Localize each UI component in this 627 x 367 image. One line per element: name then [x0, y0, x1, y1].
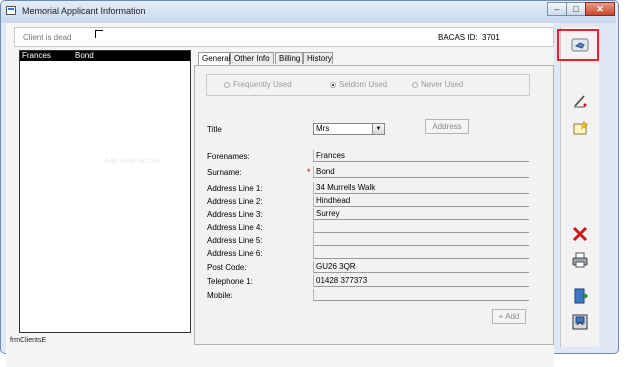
radio-dot-icon	[224, 81, 230, 88]
client-dead-checkbox[interactable]	[95, 30, 103, 38]
edit-pencil-icon[interactable]	[570, 92, 590, 110]
radio-dot-icon	[412, 81, 418, 88]
close-button[interactable]: ✕	[585, 2, 615, 16]
save-icon[interactable]	[570, 313, 590, 331]
mobile-label: Mobile:	[207, 291, 233, 300]
title-label: Title	[207, 125, 222, 134]
client-dead-label: Client is dead	[23, 33, 72, 42]
client-list[interactable]: Frances Bond	[19, 50, 191, 333]
surname-label: Surname:	[207, 168, 242, 177]
tab-billing[interactable]: Billing	[275, 52, 303, 64]
radio-dot-selected-icon	[330, 81, 336, 88]
app-icon	[6, 6, 16, 15]
window-title: Memorial Applicant Information	[22, 6, 146, 16]
address-line-1-label: Address Line 1:	[207, 184, 263, 193]
address-line-1-field[interactable]: 34 Murrells Walk	[313, 182, 529, 194]
minimize-button[interactable]: –	[547, 2, 567, 16]
forenames-label: Forenames:	[207, 152, 250, 161]
address-line-3-field[interactable]: Surrey	[313, 208, 529, 220]
add-button[interactable]: + Add	[492, 309, 526, 324]
print-icon[interactable]	[570, 251, 590, 269]
address-line-5-label: Address Line 5:	[207, 236, 263, 245]
tab-history[interactable]: History	[303, 52, 333, 64]
exit-door-icon[interactable]	[570, 287, 590, 305]
bacas-id: BACAS ID: 3701	[438, 33, 500, 42]
chevron-down-icon[interactable]: ▼	[372, 124, 384, 134]
header-bar: Client is dead BACAS ID: 3701	[14, 27, 554, 47]
telephone-1-field[interactable]: 01428 377373	[313, 275, 529, 287]
address-line-2-field[interactable]: Hindhead	[313, 195, 529, 207]
radio-frequently-used[interactable]: Frequently Used	[224, 80, 292, 89]
address-line-4-label: Address Line 4:	[207, 223, 263, 232]
list-item[interactable]: Frances Bond	[20, 51, 190, 61]
telephone-1-label: Telephone 1:	[207, 277, 253, 286]
post-code-field[interactable]: GU26 3QR	[313, 261, 529, 273]
address-line-2-label: Address Line 2:	[207, 197, 263, 206]
list-last-name: Bond	[75, 51, 94, 60]
required-marker: *	[307, 167, 311, 177]
new-record-icon[interactable]	[570, 119, 590, 137]
tab-other-info[interactable]: Other Info	[230, 52, 274, 64]
radio-seldom-used[interactable]: Seldom Used	[330, 80, 387, 89]
address-line-3-label: Address Line 3:	[207, 210, 263, 219]
address-line-6-field[interactable]	[313, 247, 529, 259]
selection-highlight	[557, 29, 599, 61]
maximize-button[interactable]: □	[566, 2, 586, 16]
list-ghost-text: Add new record	[104, 156, 161, 165]
post-code-label: Post Code:	[207, 263, 247, 272]
title-select[interactable]: Mrs ▼	[313, 123, 385, 135]
address-line-6-label: Address Line 6:	[207, 249, 263, 258]
form-name-label: frmClientsE	[10, 337, 47, 344]
mobile-field[interactable]	[313, 289, 529, 301]
radio-never-used[interactable]: Never Used	[412, 80, 463, 89]
address-line-4-field[interactable]	[313, 221, 529, 233]
address-button[interactable]: Address	[425, 119, 469, 134]
address-line-5-field[interactable]	[313, 234, 529, 246]
tab-general[interactable]: General	[198, 52, 230, 65]
forenames-field[interactable]: Frances	[313, 150, 529, 162]
surname-field[interactable]: Bond	[313, 166, 529, 178]
delete-x-icon[interactable]	[570, 225, 590, 243]
list-first-name: Frances	[22, 51, 51, 60]
